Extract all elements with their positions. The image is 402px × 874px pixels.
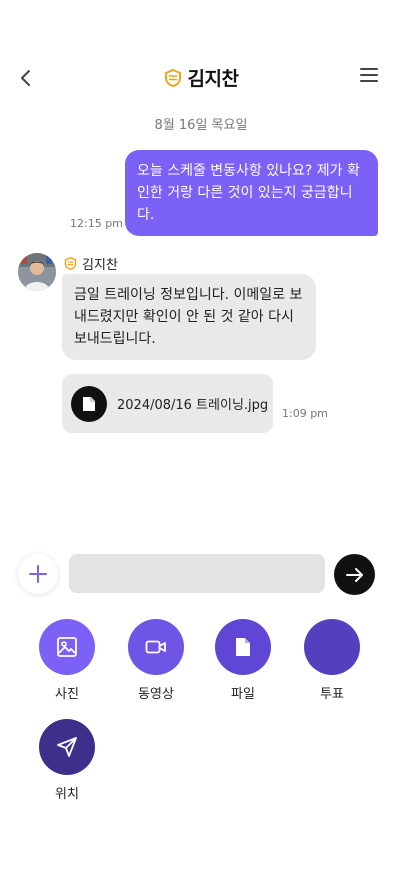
attach-toggle-button[interactable]: [18, 554, 58, 594]
attach-poll-label: 투표: [320, 687, 344, 702]
sender-name-row: 김지찬: [64, 254, 118, 273]
plus-icon: [29, 565, 47, 583]
attach-file-label: 파일: [231, 687, 255, 702]
attach-photo-label: 사진: [55, 687, 79, 702]
shield-badge-icon: [164, 68, 181, 87]
chat-title-group: 김지찬: [0, 64, 402, 91]
video-icon: [128, 619, 184, 675]
attach-location-label: 위치: [55, 787, 79, 802]
attach-file-button[interactable]: 파일: [203, 619, 283, 702]
sender-name: 김지찬: [82, 258, 118, 273]
avatar[interactable]: [18, 253, 56, 291]
menu-button[interactable]: [360, 68, 378, 86]
file-icon: [215, 619, 271, 675]
page-title: 김지찬: [187, 68, 239, 90]
message-input-bar: [0, 552, 402, 596]
document-icon: [71, 385, 107, 422]
incoming-message-bubble: 금일 트레이닝 정보입니다. 이메일로 보내드렸지만 확인이 안 된 것 같아 …: [62, 274, 316, 360]
send-location-icon: [39, 719, 95, 775]
image-icon: [39, 619, 95, 675]
attach-video-label: 동영상: [138, 687, 174, 702]
chat-header: 김지찬: [0, 60, 402, 96]
message-input[interactable]: [69, 554, 325, 593]
attach-poll-button[interactable]: 투표: [292, 619, 372, 702]
hamburger-menu-icon: [360, 68, 378, 82]
file-attachment-message[interactable]: 2024/08/16 트레이닝.jpg: [62, 374, 273, 433]
attach-location-button[interactable]: 위치: [27, 719, 107, 802]
outgoing-message-bubble: 오늘 스케줄 변동사항 있나요? 제가 확인한 거랑 다른 것이 있는지 궁금합…: [125, 150, 378, 236]
outgoing-message-time: 12:15 pm: [70, 217, 123, 230]
incoming-message-time: 1:09 pm: [282, 407, 328, 420]
arrow-right-icon: [345, 567, 363, 582]
send-button[interactable]: [334, 554, 375, 595]
date-separator: 8월 16일 목요일: [154, 118, 248, 133]
attach-photo-button[interactable]: 사진: [27, 619, 107, 702]
shield-badge-icon: [64, 257, 77, 270]
file-name: 2024/08/16 트레이닝.jpg: [117, 398, 269, 413]
poll-icon: [304, 619, 360, 675]
attach-video-button[interactable]: 동영상: [116, 619, 196, 702]
